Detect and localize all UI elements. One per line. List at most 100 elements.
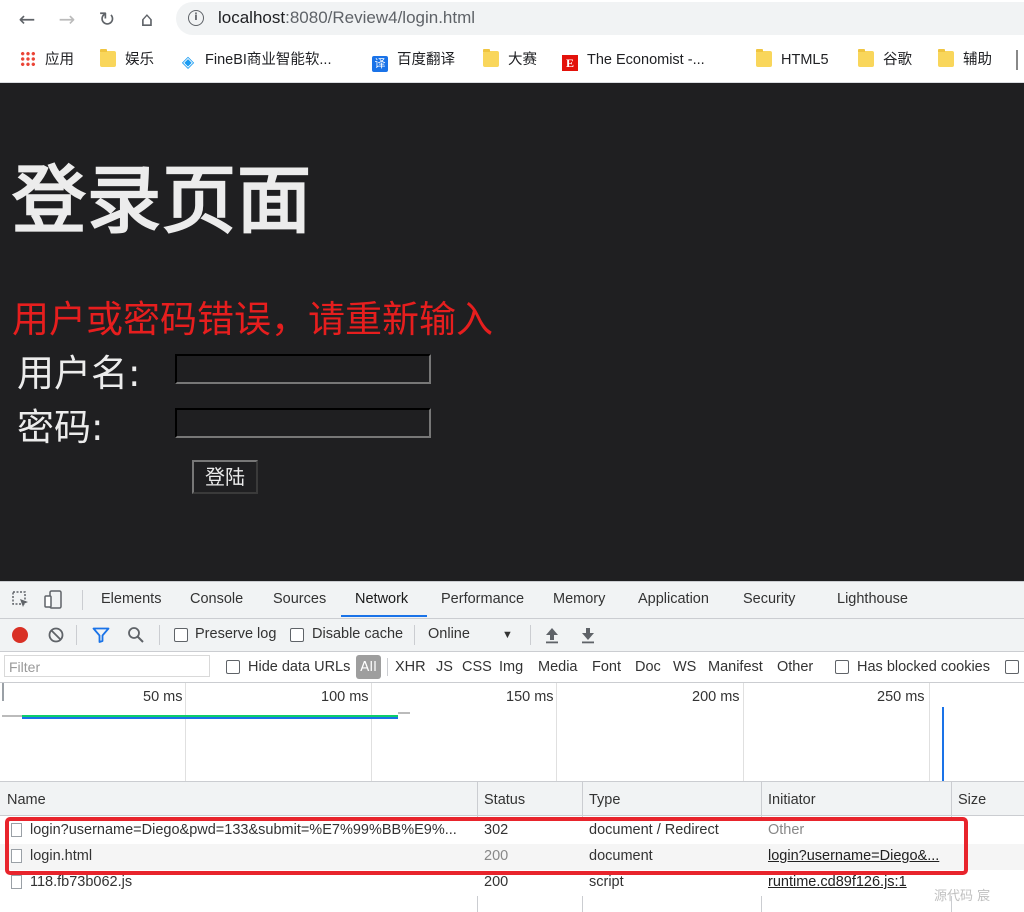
timeline-tick-label: 150 ms (506, 689, 554, 705)
search-icon[interactable] (127, 626, 145, 644)
tab-elements[interactable]: Elements (101, 591, 161, 607)
toolbar-divider (76, 625, 77, 645)
request-name[interactable]: 118.fb73b062.js (30, 874, 470, 890)
column-initiator[interactable]: Initiator (768, 792, 816, 808)
login-button[interactable]: 登陆 (192, 460, 258, 494)
bookmark-apps[interactable]: 应用 (20, 50, 74, 70)
url-host: localhost (218, 8, 286, 27)
page-viewport: 登录页面 用户或密码错误，请重新输入 用户名: 密码: 登陆 (0, 83, 1024, 581)
tab-performance[interactable]: Performance (441, 591, 524, 607)
folder-icon (756, 49, 772, 67)
request-table-header: Name Status Type Initiator Size (0, 782, 1024, 816)
filter-type-js[interactable]: JS (436, 659, 453, 675)
tab-lighthouse[interactable]: Lighthouse (837, 591, 908, 607)
apps-grid-icon (20, 51, 36, 67)
bookmark-label: 谷歌 (883, 52, 912, 68)
filter-type-css[interactable]: CSS (462, 659, 492, 675)
filter-type-font[interactable]: Font (592, 659, 621, 675)
column-status[interactable]: Status (484, 792, 525, 808)
info-icon[interactable]: i (188, 10, 204, 26)
record-icon[interactable] (12, 627, 28, 643)
request-initiator-link[interactable]: runtime.cd89f126.js:1 (768, 874, 948, 890)
bookmark-finebi[interactable]: ◈ FineBI商业智能软... (180, 50, 332, 71)
timeline-gridline (371, 683, 372, 781)
request-status: 200 (484, 874, 509, 890)
tab-sources[interactable]: Sources (273, 591, 326, 607)
column-size[interactable]: Size (958, 792, 986, 808)
watermark: 源代码 宸 (934, 889, 991, 904)
filter-type-other[interactable]: Other (777, 659, 813, 675)
disable-cache-label: Disable cache (312, 626, 404, 642)
filter-type-xhr[interactable]: XHR (395, 659, 426, 675)
device-toolbar-icon[interactable] (44, 590, 64, 610)
preserve-log-label: Preserve log (195, 626, 277, 642)
home-icon[interactable]: ⌂ (134, 6, 160, 32)
folder-icon (100, 49, 116, 67)
bookmark-label: 辅助 (963, 52, 992, 68)
bookmark-label: HTML5 (781, 52, 829, 68)
red-highlight-annotation (5, 817, 968, 875)
export-har-icon[interactable] (580, 626, 596, 644)
devtools-tab-bar: Elements Console Sources Network Perform… (0, 582, 1024, 619)
bookmark-label: 大赛 (508, 52, 537, 68)
filter-type-all[interactable]: All (356, 655, 381, 679)
tab-memory[interactable]: Memory (553, 591, 605, 607)
filter-type-manifest[interactable]: Manifest (708, 659, 763, 675)
column-type[interactable]: Type (589, 792, 620, 808)
folder-icon (858, 49, 874, 67)
filter-divider (387, 658, 388, 676)
dropdown-arrow-icon[interactable]: ▼ (502, 629, 513, 641)
forward-arrow-icon[interactable]: → (54, 6, 80, 32)
filter-funnel-icon[interactable] (92, 626, 110, 644)
inspect-element-icon[interactable] (12, 591, 30, 609)
bookmark-folder-dasai[interactable]: 大赛 (483, 49, 537, 70)
has-blocked-cookies-checkbox[interactable] (835, 660, 849, 674)
filter-type-doc[interactable]: Doc (635, 659, 661, 675)
tab-application[interactable]: Application (638, 591, 709, 607)
timeline-gridline (556, 683, 557, 781)
hide-data-urls-label: Hide data URLs (248, 659, 351, 675)
bookmark-folder-guge[interactable]: 谷歌 (858, 49, 912, 70)
bookmark-folder-html5[interactable]: HTML5 (756, 49, 829, 70)
throttling-select[interactable]: Online (428, 626, 470, 642)
browser-toolbar: ← → ↻ ⌂ i localhost:8080/Review4/login.h… (0, 0, 1024, 38)
filter-type-ws[interactable]: WS (673, 659, 696, 675)
dom-content-loaded-line (942, 707, 944, 781)
blocked-requests-checkbox[interactable] (1005, 660, 1019, 674)
translate-icon: 译 (372, 56, 388, 72)
bookmark-folder-fuzhu[interactable]: 辅助 (938, 49, 992, 70)
column-name[interactable]: Name (7, 792, 46, 808)
script-file-icon (11, 875, 22, 889)
filter-type-media[interactable]: Media (538, 659, 578, 675)
password-label: 密码: (17, 406, 104, 449)
preserve-log-checkbox[interactable] (174, 628, 188, 642)
tab-network[interactable]: Network (355, 591, 408, 607)
import-har-icon[interactable] (544, 626, 560, 644)
error-message: 用户或密码错误，请重新输入 (12, 298, 493, 341)
address-bar[interactable]: i localhost:8080/Review4/login.html (176, 2, 1024, 35)
username-input[interactable] (175, 354, 431, 384)
bookmark-folder-yule[interactable]: 娱乐 (100, 49, 154, 70)
clear-icon[interactable] (47, 626, 65, 644)
request-type: script (589, 874, 624, 890)
reload-icon[interactable]: ↻ (94, 6, 120, 32)
filter-type-img[interactable]: Img (499, 659, 523, 675)
disable-cache-checkbox[interactable] (290, 628, 304, 642)
tab-security[interactable]: Security (743, 591, 795, 607)
timeline-tick-label: 50 ms (143, 689, 183, 705)
tab-divider (82, 590, 83, 610)
folder-icon (938, 49, 954, 67)
toolbar-divider (159, 625, 160, 645)
hide-data-urls-checkbox[interactable] (226, 660, 240, 674)
timeline-gridline (743, 683, 744, 781)
bookmark-baidu-translate[interactable]: 译百度翻译 (372, 50, 455, 72)
back-arrow-icon[interactable]: ← (14, 6, 40, 32)
tab-console[interactable]: Console (190, 591, 243, 607)
timeline-tick-label: 100 ms (321, 689, 369, 705)
password-input[interactable] (175, 408, 431, 438)
bookmark-label: 百度翻译 (397, 52, 455, 68)
timeline-gridline (929, 683, 930, 781)
bookmark-economist[interactable]: E The Economist -... (562, 50, 705, 71)
economist-icon: E (562, 55, 578, 71)
filter-input[interactable]: Filter (4, 655, 210, 677)
